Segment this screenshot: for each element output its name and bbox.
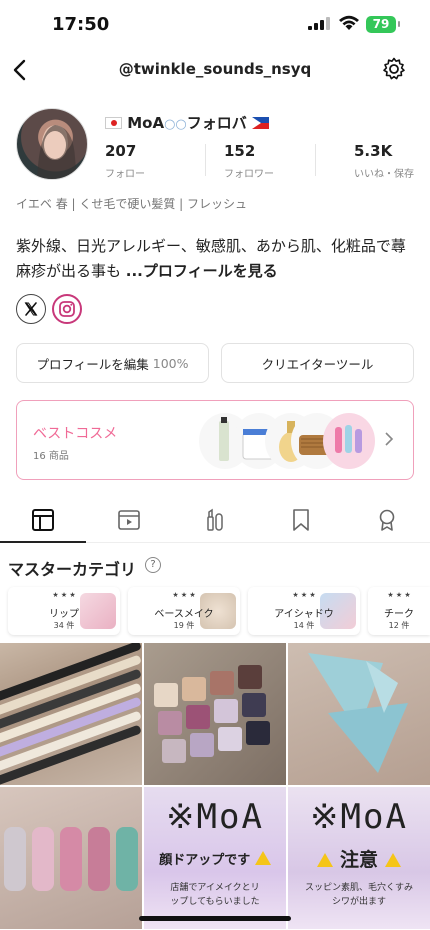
master-category-title: マスターカテゴリ <box>8 560 137 579</box>
stat-value: 152 <box>224 142 256 160</box>
profile-header: @twinkle_sounds_nsyq <box>0 50 430 90</box>
avatar[interactable] <box>16 108 88 180</box>
post-caption: スッピン素肌、毛穴くすみシワが出ます <box>304 883 413 907</box>
category-name: チーク <box>384 609 414 620</box>
username-handle: @twinkle_sounds_nsyq <box>118 60 312 78</box>
x-logo-icon <box>24 302 38 316</box>
gear-icon[interactable] <box>381 56 407 82</box>
post-thumbnail[interactable] <box>288 643 430 785</box>
best-cosme-card[interactable]: ベストコスメ 16 商品 <box>16 400 414 480</box>
status-time: 17:50 <box>52 14 110 35</box>
stat-label: フォロー <box>105 169 145 180</box>
edit-profile-button[interactable]: プロフィールを編集 100% <box>16 343 209 383</box>
category-count: 14 件 <box>293 621 315 630</box>
creator-tools-button[interactable]: クリエイターツール <box>221 343 414 383</box>
profile-stats: 207 フォロー 152 フォロワー 5.3K いいね・保存 <box>105 142 420 182</box>
stat-likes[interactable]: 5.3K いいね・保存 <box>354 142 414 180</box>
stat-label: いいね・保存 <box>354 169 414 180</box>
stat-divider <box>315 144 316 176</box>
warning-icon <box>317 853 334 867</box>
signal-icon <box>308 17 330 30</box>
product-thumb <box>323 413 375 469</box>
stat-value: 207 <box>105 142 137 160</box>
philippines-flag-icon <box>252 117 270 129</box>
post-thumbnail[interactable]: ※MoA 顔ドアップです 店舗でアイメイクとリップしてもらいました <box>144 787 286 929</box>
category-name: リップ <box>49 609 79 620</box>
stat-divider <box>205 144 206 176</box>
category-stars: ★ ★ ★ <box>292 591 316 599</box>
tab-bookmark-icon[interactable] <box>288 507 314 533</box>
stat-label: フォロワー <box>224 169 274 180</box>
post-caption: 店舗でアイメイクとリップしてもらいました <box>170 883 260 907</box>
category-base-makeup[interactable]: ★ ★ ★ ベースメイク 19 件 <box>128 587 240 635</box>
category-count: 34 件 <box>53 621 75 630</box>
display-name: MoA○○フォロバ <box>105 112 270 133</box>
post-title: 注意 <box>288 845 430 872</box>
creator-tools-label: クリエイターツール <box>261 356 374 372</box>
post-thumbnail[interactable]: ※MoA 注意 スッピン素肌、毛穴くすみシワが出ます <box>288 787 430 929</box>
display-name-suffix: フォロバ <box>186 114 247 132</box>
profile-completion: 100% <box>152 355 189 371</box>
category-stars: ★ ★ ★ <box>52 591 76 599</box>
profile-bio: 紫外線、日光アレルギー、敏感肌、あから肌、化粧品で蕁麻疹が出る事も ...プロフ… <box>16 234 416 284</box>
edit-profile-label: プロフィールを編集 <box>36 356 149 372</box>
category-name: アイシャドウ <box>274 609 334 620</box>
post-watermark: ※MoA <box>310 797 408 837</box>
category-count: 19 件 <box>173 621 195 630</box>
category-count: 12 件 <box>388 621 410 630</box>
display-name-text: MoA <box>127 114 165 132</box>
stat-following[interactable]: 207 フォロー <box>105 142 145 180</box>
help-icon[interactable]: ? <box>145 557 161 573</box>
category-stars: ★ ★ ★ <box>387 591 411 599</box>
category-eyeshadow[interactable]: ★ ★ ★ アイシャドウ 14 件 <box>248 587 360 635</box>
best-cosme-title: ベストコスメ <box>33 426 118 442</box>
tab-video-icon[interactable] <box>116 507 142 533</box>
warning-icon <box>254 851 271 865</box>
chevron-right-icon <box>385 432 394 446</box>
post-thumbnail[interactable] <box>144 643 286 785</box>
tab-cosmetics-icon[interactable] <box>202 507 228 533</box>
home-indicator <box>139 916 291 921</box>
profile-tagline: イエベ 春 | くせ毛で硬い髪質 | フレッシュ <box>16 197 248 211</box>
stat-followers[interactable]: 152 フォロワー <box>224 142 274 180</box>
status-bar: 17:50 79 <box>0 0 430 50</box>
see-profile-link[interactable]: ...プロフィールを見る <box>126 262 278 280</box>
best-cosme-count: 16 商品 <box>33 451 69 462</box>
warning-icon <box>384 853 401 867</box>
battery-icon: 79 <box>366 16 396 33</box>
category-lip[interactable]: ★ ★ ★ リップ 34 件 <box>8 587 120 635</box>
tab-grid-icon[interactable] <box>30 507 56 533</box>
category-cheek[interactable]: ★ ★ ★ チーク 12 件 <box>368 587 430 635</box>
category-name: ベースメイク <box>154 609 214 620</box>
japan-flag-icon <box>105 117 122 129</box>
profile-tabs <box>0 497 430 543</box>
battery-cap <box>398 21 400 27</box>
wifi-icon <box>339 15 359 30</box>
stat-value: 5.3K <box>354 142 393 160</box>
rings-icon: ○○ <box>164 117 187 132</box>
post-title: 顔ドアップです <box>144 849 286 868</box>
x-twitter-link[interactable] <box>16 294 46 324</box>
instagram-link[interactable] <box>52 294 82 324</box>
post-watermark: ※MoA <box>166 797 264 837</box>
instagram-icon <box>59 301 75 317</box>
category-stars: ★ ★ ★ <box>172 591 196 599</box>
active-tab-indicator <box>0 541 86 543</box>
tab-award-icon[interactable] <box>374 507 400 533</box>
post-thumbnail[interactable] <box>0 787 142 929</box>
post-thumbnail[interactable] <box>0 643 142 785</box>
